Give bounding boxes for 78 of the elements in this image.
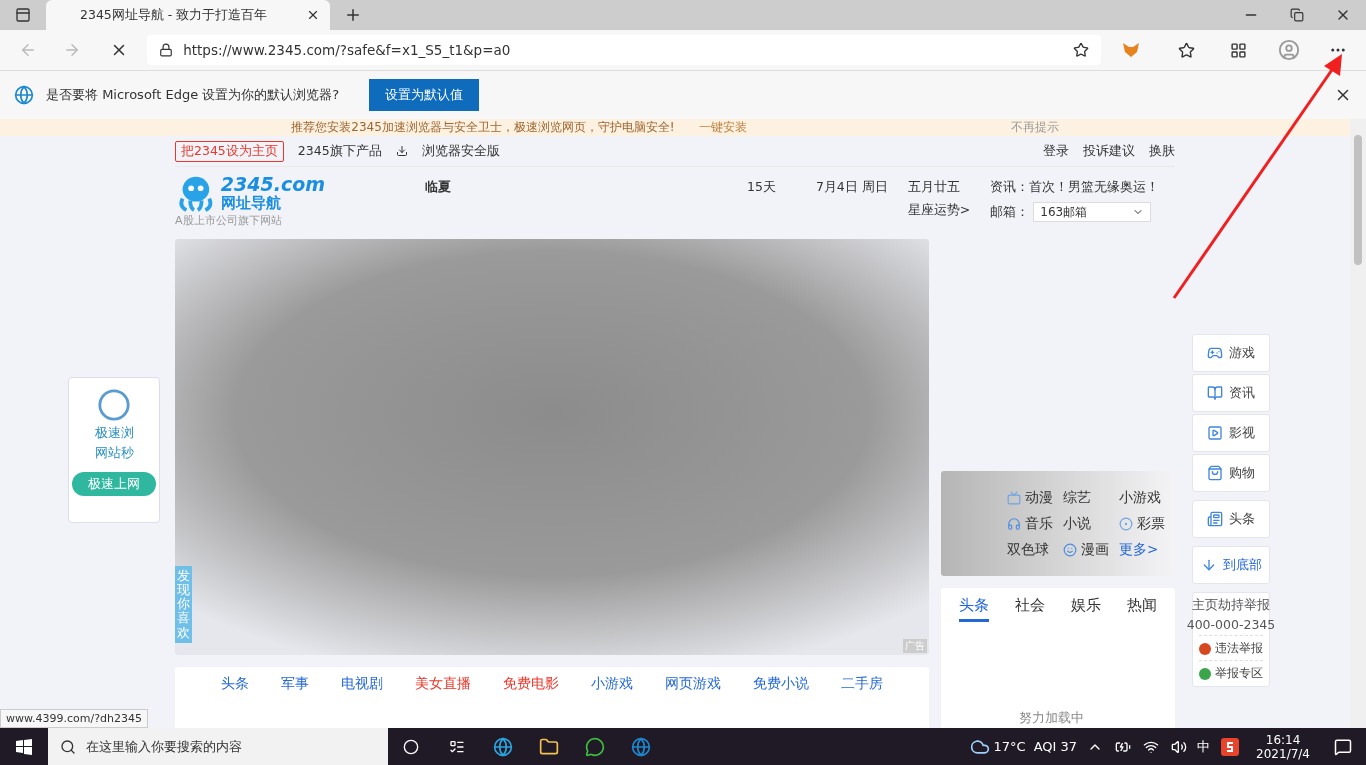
logo-subtitle: 网址导航 [220, 193, 282, 213]
aqi: AQI 37 [1032, 739, 1079, 754]
tagline: A股上市公司旗下网站 [175, 213, 283, 228]
city-name[interactable]: 临夏 [425, 179, 451, 196]
side-nav-item[interactable]: 资讯 [1192, 374, 1270, 412]
news-icon [1207, 511, 1223, 527]
clock[interactable]: 16:14 2021/7/4 [1246, 732, 1320, 761]
report-phone: 400-000-2345 [1186, 617, 1276, 632]
circle-logo-icon [97, 388, 131, 422]
promo-message: 推荐您安装2345加速浏览器与安全卫士，极速浏览网页，守护电脑安全! [291, 119, 675, 136]
side-nav-item[interactable]: 游戏 [1192, 334, 1270, 372]
quick-link[interactable]: 小游戏 [1119, 488, 1165, 507]
side-nav-item[interactable]: 头条 [1192, 500, 1270, 538]
quick-link[interactable]: 更多> [1119, 540, 1165, 559]
headphones-icon [1007, 516, 1021, 531]
nav-link[interactable]: 二手房 [841, 675, 883, 693]
quick-link[interactable]: 漫画 [1063, 540, 1109, 559]
news-tab[interactable]: 热闻 [1127, 596, 1157, 622]
nav-link[interactable]: 网页游戏 [665, 675, 721, 693]
forecast-link[interactable]: 15天 [747, 179, 776, 196]
news-tab[interactable]: 头条 [959, 596, 989, 622]
nav-link[interactable]: 电视剧 [341, 675, 383, 693]
news-tab[interactable]: 社会 [1015, 596, 1045, 622]
download-icon [395, 145, 408, 157]
nav-link[interactable]: 头条 [221, 675, 249, 693]
promo-line: 极速浏 [94, 424, 134, 442]
side-nav-item[interactable]: 购物 [1192, 454, 1270, 492]
report-link[interactable]: 举报专区 [1199, 660, 1263, 682]
nav-link[interactable]: 美女直播 [415, 675, 471, 693]
close-icon[interactable] [306, 8, 320, 22]
promo-line: 网站秒 [94, 444, 134, 462]
lunar-date: 五月廿五 [907, 179, 961, 196]
news-headline[interactable]: 资讯：首次！男篮无缘奥运！ [990, 179, 1160, 196]
report-link[interactable]: 违法举报 [1199, 635, 1263, 657]
browser-tab[interactable]: 2345网址导航 - 致力于打造百年 [46, 0, 330, 30]
feedback-link[interactable]: 投诉建议 [1083, 142, 1135, 160]
quick-link[interactable]: 彩票 [1119, 514, 1165, 533]
set-default-button[interactable]: 设置为默认值 [369, 79, 480, 111]
side-nav-item[interactable]: 到底部 [1192, 546, 1270, 584]
quick-link[interactable]: 动漫 [1007, 488, 1053, 507]
nav-link[interactable]: 免费电影 [503, 675, 559, 693]
quick-link[interactable]: 双色球 [1007, 540, 1053, 559]
nav-link[interactable]: 小游戏 [591, 675, 633, 693]
taskbar-search-field[interactable]: 在这里输入你要搜索的内容 [48, 728, 388, 765]
book-icon [1207, 385, 1223, 401]
lock-icon [159, 43, 174, 57]
horoscope-link[interactable]: 星座运势> [907, 202, 971, 219]
products-link[interactable]: 2345旗下产品 [297, 142, 382, 160]
nav-link[interactable]: 免费小说 [753, 675, 809, 693]
news-tab[interactable]: 娱乐 [1071, 596, 1101, 622]
safe-version-link[interactable]: 浏览器安全版 [421, 142, 500, 160]
logo-text: 2345.com [220, 173, 325, 194]
status-url: www.4399.com/?dh2345 [0, 709, 148, 728]
login-link[interactable]: 登录 [1043, 142, 1069, 160]
quick-link[interactable]: 综艺 [1063, 488, 1109, 507]
mail-label: 邮箱： [990, 203, 1030, 221]
set-homepage-button[interactable]: 把2345设为主页 [175, 140, 284, 162]
mail-select[interactable]: 163邮箱 [1033, 202, 1152, 222]
tab-title: 2345网址导航 - 致力于打造百年 [80, 6, 269, 24]
tv-icon [1007, 490, 1021, 505]
quick-link[interactable]: 音乐 [1007, 514, 1053, 533]
shopping-bag-icon [1207, 465, 1223, 481]
skin-link[interactable]: 换肤 [1149, 142, 1175, 160]
nav-link[interactable]: 军事 [281, 675, 309, 693]
date-text: 7月4日 周日 [815, 179, 888, 196]
scrollbar[interactable] [1350, 119, 1366, 728]
browser-logo-icon [14, 85, 34, 105]
infobar-message: 是否要将 Microsoft Edge 设置为你的默认浏览器? [46, 86, 340, 104]
play-icon [1207, 425, 1223, 441]
report-title: 主页劫持举报 [1192, 597, 1270, 614]
quick-link[interactable]: 小说 [1063, 514, 1109, 533]
loading-text: 努力加载中 [1019, 710, 1085, 727]
temperature: 17°C [992, 739, 1027, 754]
side-nav-item[interactable]: 影视 [1192, 414, 1270, 452]
ime-indicator[interactable]: 中 [1193, 737, 1215, 756]
address-field[interactable]: https://www.2345.com/?safe&f=x1_S5_t1&p=a0 [147, 35, 1102, 65]
favorite-add-icon[interactable] [1073, 42, 1090, 58]
search-icon [60, 738, 76, 755]
